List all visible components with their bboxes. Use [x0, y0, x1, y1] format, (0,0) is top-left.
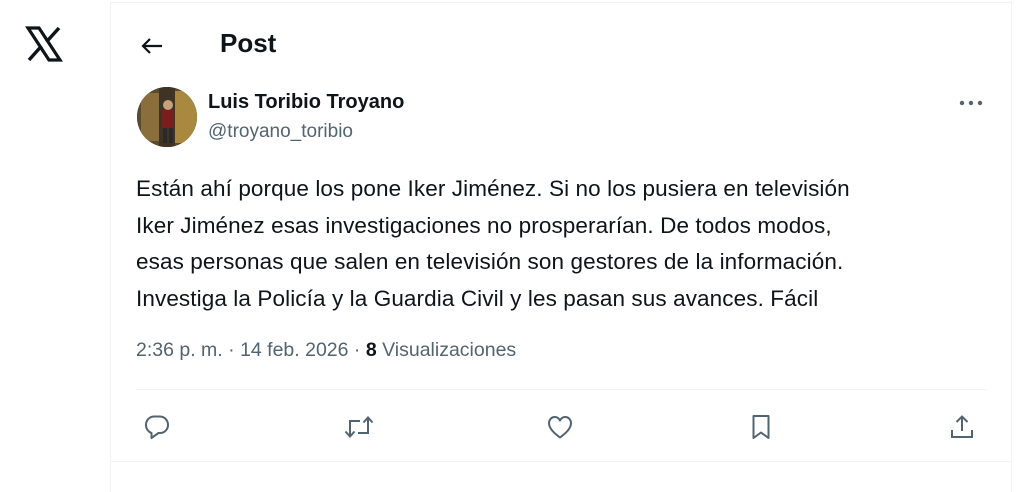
post-date[interactable]: 14 feb. 2026 — [240, 339, 348, 361]
action-bar — [111, 399, 1011, 455]
repost-icon — [342, 412, 376, 442]
meta-separator: · — [228, 339, 235, 361]
post-meta: 2:36 p. m. · 14 feb. 2026 · 8 Visualizac… — [136, 339, 516, 362]
share-button[interactable] — [942, 407, 982, 447]
author-name[interactable]: Luis Toribio Troyano — [208, 91, 404, 114]
more-options-button[interactable] — [957, 91, 985, 115]
bookmark-icon — [746, 412, 776, 442]
post-header: Post — [111, 3, 1011, 85]
share-icon — [947, 412, 977, 442]
meta-separator: · — [353, 339, 361, 361]
post-column: Post Luis Toribio Troyano @troyano_torib… — [110, 2, 1012, 492]
arrow-left-icon — [135, 29, 169, 63]
reply-icon — [142, 412, 172, 442]
like-icon — [545, 412, 575, 442]
more-icon — [957, 91, 985, 115]
reply-button[interactable] — [137, 407, 177, 447]
like-button[interactable] — [540, 407, 580, 447]
author-handle[interactable]: @troyano_toribio — [208, 121, 353, 143]
x-logo-icon[interactable] — [24, 24, 64, 64]
page-title: Post — [220, 28, 277, 58]
post-text: Están ahí porque los pone Iker Jiménez. … — [136, 176, 850, 311]
views-count: 8 — [365, 339, 377, 361]
back-button[interactable] — [135, 29, 169, 63]
repost-button[interactable] — [339, 407, 379, 447]
divider — [136, 389, 986, 390]
post-time[interactable]: 2:36 p. m. — [136, 339, 223, 361]
divider — [111, 461, 1011, 462]
bookmark-button[interactable] — [741, 407, 781, 447]
avatar[interactable] — [137, 87, 197, 147]
views-label: Visualizaciones — [382, 339, 517, 361]
